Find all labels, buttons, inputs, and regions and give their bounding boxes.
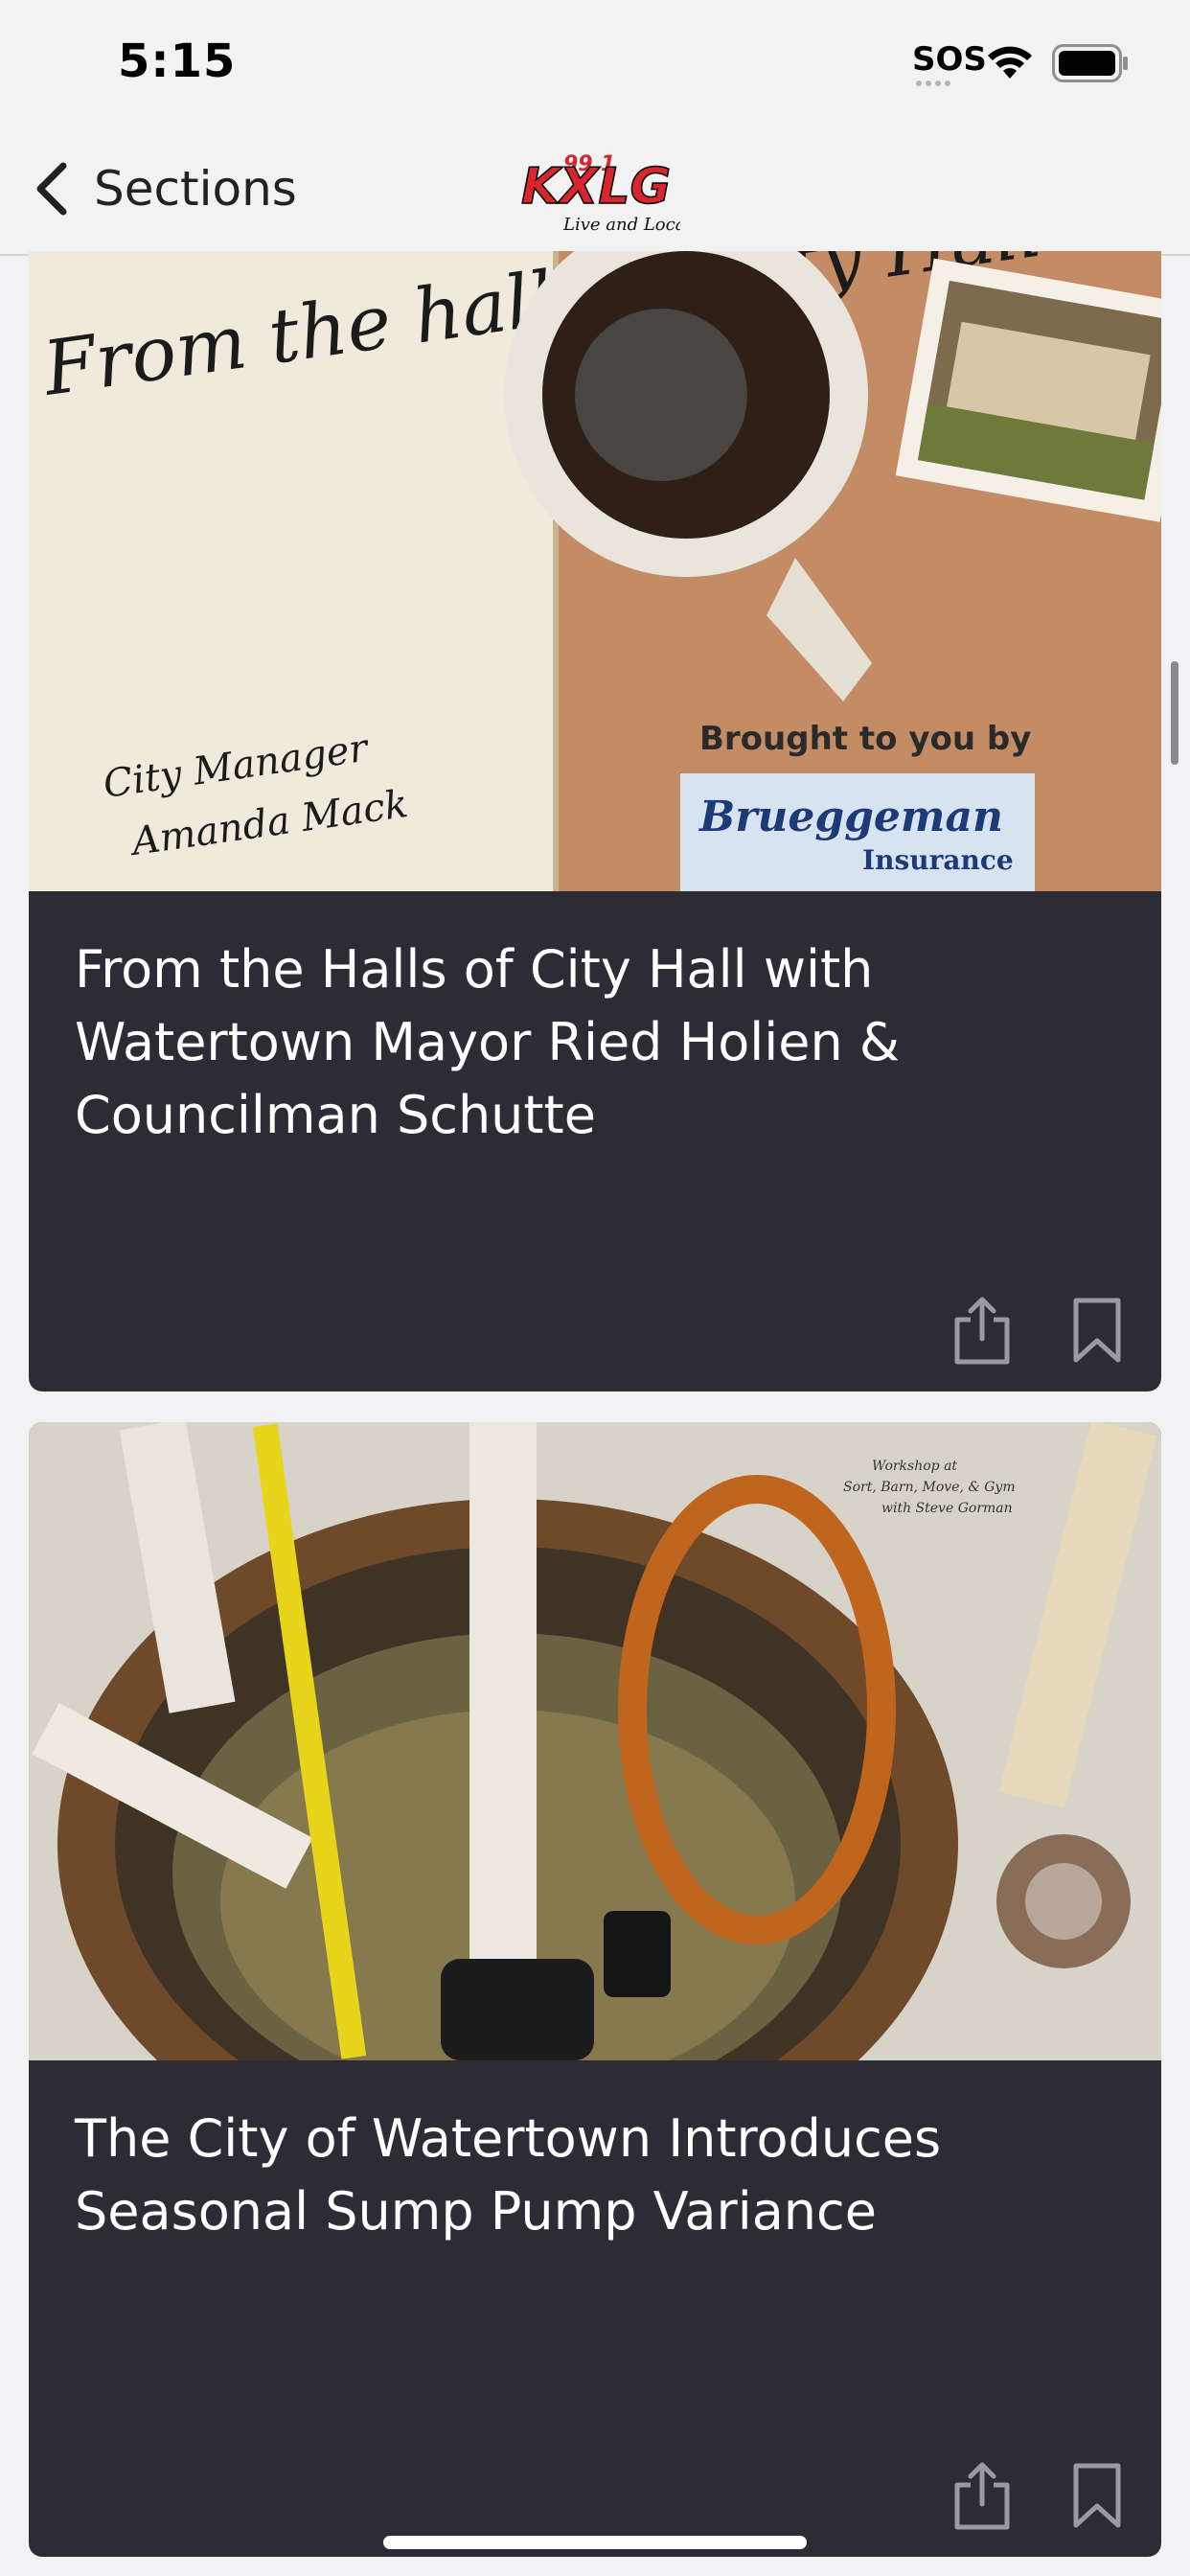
city-hall-image: From the halls of City Hall City Manager…	[29, 251, 1161, 891]
svg-text:Sort, Barn, Move, & Gym: Sort, Barn, Move, & Gym	[843, 1480, 1016, 1495]
svg-text:Live and Local: Live and Local	[562, 215, 680, 235]
share-icon	[954, 1297, 1010, 1365]
svg-text:Brought to you by: Brought to you by	[699, 720, 1031, 758]
bookmark-icon	[1073, 2463, 1121, 2528]
share-icon	[954, 2462, 1010, 2530]
status-bar: 5:15 SOS	[0, 0, 1190, 125]
home-indicator[interactable]	[383, 2536, 807, 2549]
bookmark-icon	[1073, 1298, 1121, 1363]
share-button[interactable]	[947, 1292, 1018, 1368]
share-button[interactable]	[947, 2457, 1018, 2534]
article-image[interactable]: Workshop at Sort, Barn, Move, & Gym with…	[29, 1422, 1161, 2060]
battery-icon	[1052, 44, 1128, 82]
navigation-bar: Sections 99.1 KXLG Live and Local	[0, 125, 1190, 256]
svg-text:KXLG: KXLG	[521, 158, 671, 216]
article-card[interactable]: From the halls of City Hall City Manager…	[29, 251, 1161, 1392]
scrollbar[interactable]	[1171, 661, 1179, 765]
bookmark-button[interactable]	[1062, 2457, 1133, 2534]
back-label: Sections	[94, 161, 297, 217]
article-title[interactable]: The City of Watertown Introduces Seasona…	[75, 2103, 1104, 2248]
sump-pump-image: Workshop at Sort, Barn, Move, & Gym with…	[29, 1422, 1161, 2060]
svg-text:Insurance: Insurance	[862, 844, 1014, 876]
chevron-left-icon	[36, 162, 67, 216]
article-actions	[947, 2457, 1133, 2534]
wifi-icon	[988, 46, 1032, 79]
article-title[interactable]: From the Halls of City Hall with Waterto…	[75, 933, 1104, 1152]
status-time: 5:15	[118, 34, 237, 88]
svg-text:Brueggeman: Brueggeman	[698, 793, 1003, 841]
article-card[interactable]: Workshop at Sort, Barn, Move, & Gym with…	[29, 1422, 1161, 2557]
svg-text:with Steve Gorman: with Steve Gorman	[881, 1501, 1013, 1516]
carrier-label: SOS	[912, 40, 987, 79]
article-actions	[947, 1292, 1133, 1368]
signal-dots-icon	[916, 80, 950, 86]
bookmark-button[interactable]	[1062, 1292, 1133, 1368]
article-image[interactable]: From the halls of City Hall City Manager…	[29, 251, 1161, 891]
station-logo: 99.1 KXLG Live and Local	[520, 152, 680, 235]
back-button[interactable]: Sections	[29, 153, 297, 224]
svg-text:Workshop at: Workshop at	[872, 1459, 957, 1474]
